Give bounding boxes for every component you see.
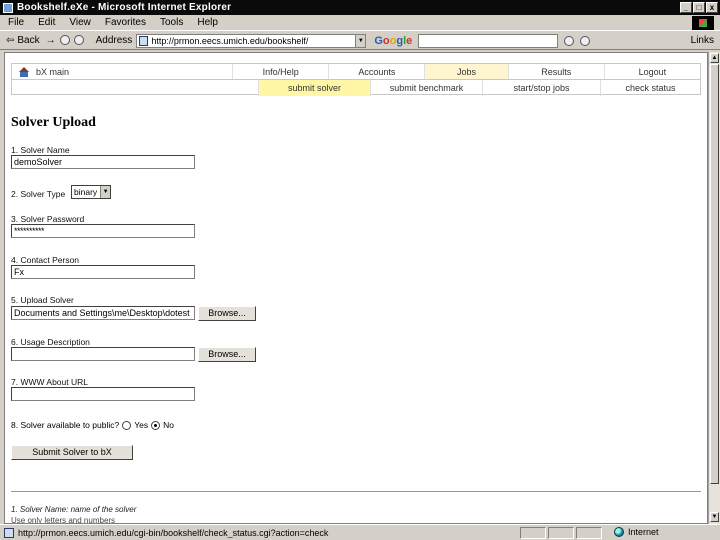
nav-submit-benchmark[interactable]: submit benchmark <box>370 80 482 96</box>
www-url-label: 7. WWW About URL <box>11 377 88 387</box>
contact-person-input[interactable]: Fx <box>11 265 195 279</box>
menu-view[interactable]: View <box>69 17 91 28</box>
toolbar: ⇦ Back → Address http://prmon.eecs.umich… <box>0 32 720 50</box>
menu-help[interactable]: Help <box>197 17 218 28</box>
status-cell <box>576 526 602 539</box>
nav-accounts[interactable]: Accounts <box>328 64 424 79</box>
menu-bar: File Edit View Favorites Tools Help <box>0 15 720 31</box>
solver-type-label: 2. Solver Type <box>11 189 66 199</box>
solver-password-label: 3. Solver Password <box>11 214 85 224</box>
public-yes-radio[interactable] <box>122 420 132 430</box>
usage-description-label: 6. Usage Description <box>11 337 90 347</box>
www-url-input[interactable] <box>11 387 195 401</box>
public-no-radio[interactable] <box>151 420 161 430</box>
solver-name-label: 1. Solver Name <box>11 145 70 155</box>
google-search-input[interactable] <box>418 33 559 48</box>
public-availability-label: 8. Solver available to public? <box>11 420 120 430</box>
back-button[interactable]: ⇦ Back <box>6 35 40 46</box>
solver-password-input[interactable]: ********** <box>11 224 195 238</box>
nav-logout[interactable]: Logout <box>603 64 700 79</box>
scroll-down-icon[interactable]: ▼ <box>710 512 719 522</box>
site-navigation: bX main Info/Help Accounts Jobs Results … <box>11 63 701 96</box>
status-cell <box>520 526 546 539</box>
page-title: Solver Upload <box>11 115 96 130</box>
upload-solver-label: 5. Upload Solver <box>11 295 74 305</box>
google-logo: Google <box>374 34 413 47</box>
status-cell <box>548 526 574 539</box>
page-content: bX main Info/Help Accounts Jobs Results … <box>4 52 708 524</box>
page-icon <box>139 35 149 46</box>
nav-sub-spacer <box>12 80 258 96</box>
public-availability-row: 8. Solver available to public? Yes No <box>11 420 174 430</box>
home-icon <box>18 66 30 77</box>
nav-check-status[interactable]: check status <box>600 80 700 96</box>
solver-type-value: binary <box>74 187 98 197</box>
nav-results[interactable]: Results <box>507 64 604 79</box>
usage-description-input[interactable] <box>11 347 195 361</box>
zone-label: Internet <box>628 527 659 537</box>
scroll-thumb[interactable] <box>710 64 719 484</box>
globe-icon <box>614 527 624 537</box>
security-zone: Internet <box>614 527 659 537</box>
select-arrow-icon: ▼ <box>100 186 111 198</box>
solver-type-select[interactable]: binary ▼ <box>71 185 112 199</box>
nav-top-row: bX main Info/Help Accounts Jobs Results … <box>12 64 700 80</box>
footnote-secondary: Use only letters and numbers <box>11 516 116 524</box>
public-no-label: No <box>163 420 174 430</box>
submit-solver-button[interactable]: Submit Solver to bX <box>11 445 133 460</box>
nav-home-label: bX main <box>36 66 70 77</box>
back-arrow-icon: ⇦ <box>6 35 15 46</box>
address-bar[interactable]: http://prmon.eecs.umich.edu/bookshelf/ ▼ <box>136 33 367 48</box>
status-page-icon <box>4 527 14 538</box>
usage-browse-button[interactable]: Browse... <box>198 347 256 362</box>
contact-person-label: 4. Contact Person <box>11 255 80 265</box>
nav-home-link[interactable]: bX main <box>12 64 232 79</box>
forward-arrow-icon[interactable]: → <box>46 35 56 46</box>
vertical-scrollbar[interactable]: ▲ ▼ <box>708 52 720 524</box>
menu-tools[interactable]: Tools <box>160 17 183 28</box>
public-yes-label: Yes <box>134 420 149 430</box>
address-value: http://prmon.eecs.umich.edu/bookshelf/ <box>151 35 309 46</box>
divider <box>11 491 701 492</box>
windows-logo-icon <box>692 16 714 30</box>
upload-browse-button[interactable]: Browse... <box>198 306 256 321</box>
binoculars-icon[interactable] <box>564 35 575 46</box>
refresh-icon[interactable] <box>73 35 84 45</box>
nav-sub-row: submit solver submit benchmark start/sto… <box>12 80 700 96</box>
footnote: 1. Solver Name: name of the solver <box>11 505 137 514</box>
window-title: Bookshelf.eXe - Microsoft Internet Explo… <box>17 2 232 13</box>
window-controls: _ □ x <box>680 2 718 13</box>
address-dropdown-icon[interactable]: ▼ <box>355 34 366 47</box>
stop-icon[interactable] <box>59 35 70 45</box>
address-label: Address <box>95 35 133 46</box>
scroll-up-icon[interactable]: ▲ <box>710 53 719 63</box>
window-titlebar: Bookshelf.eXe - Microsoft Internet Explo… <box>0 0 720 15</box>
menu-file[interactable]: File <box>8 17 24 28</box>
nav-jobs[interactable]: Jobs <box>424 64 508 79</box>
back-label: Back <box>17 35 40 46</box>
menu-favorites[interactable]: Favorites <box>105 17 146 28</box>
maximize-button[interactable]: □ <box>693 2 705 13</box>
ie-app-icon <box>3 2 13 13</box>
nav-icons: → <box>46 35 84 46</box>
solver-name-input[interactable]: demoSolver <box>11 155 195 169</box>
nav-submit-solver[interactable]: submit solver <box>258 80 370 96</box>
menu-edit[interactable]: Edit <box>38 17 55 28</box>
nav-start-stop-jobs[interactable]: start/stop jobs <box>482 80 600 96</box>
links-label[interactable]: Links <box>691 35 714 46</box>
close-button[interactable]: x <box>706 2 718 13</box>
status-text: http://prmon.eecs.umich.edu/cgi-bin/book… <box>18 527 329 538</box>
folder-icon[interactable] <box>580 35 591 46</box>
nav-info-help[interactable]: Info/Help <box>232 64 328 79</box>
toolbar-extra-icons <box>564 35 591 46</box>
status-bar: http://prmon.eecs.umich.edu/cgi-bin/book… <box>0 524 720 540</box>
minimize-button[interactable]: _ <box>680 2 692 13</box>
upload-solver-input[interactable]: Documents and Settings\me\Desktop\dotest <box>11 306 195 320</box>
